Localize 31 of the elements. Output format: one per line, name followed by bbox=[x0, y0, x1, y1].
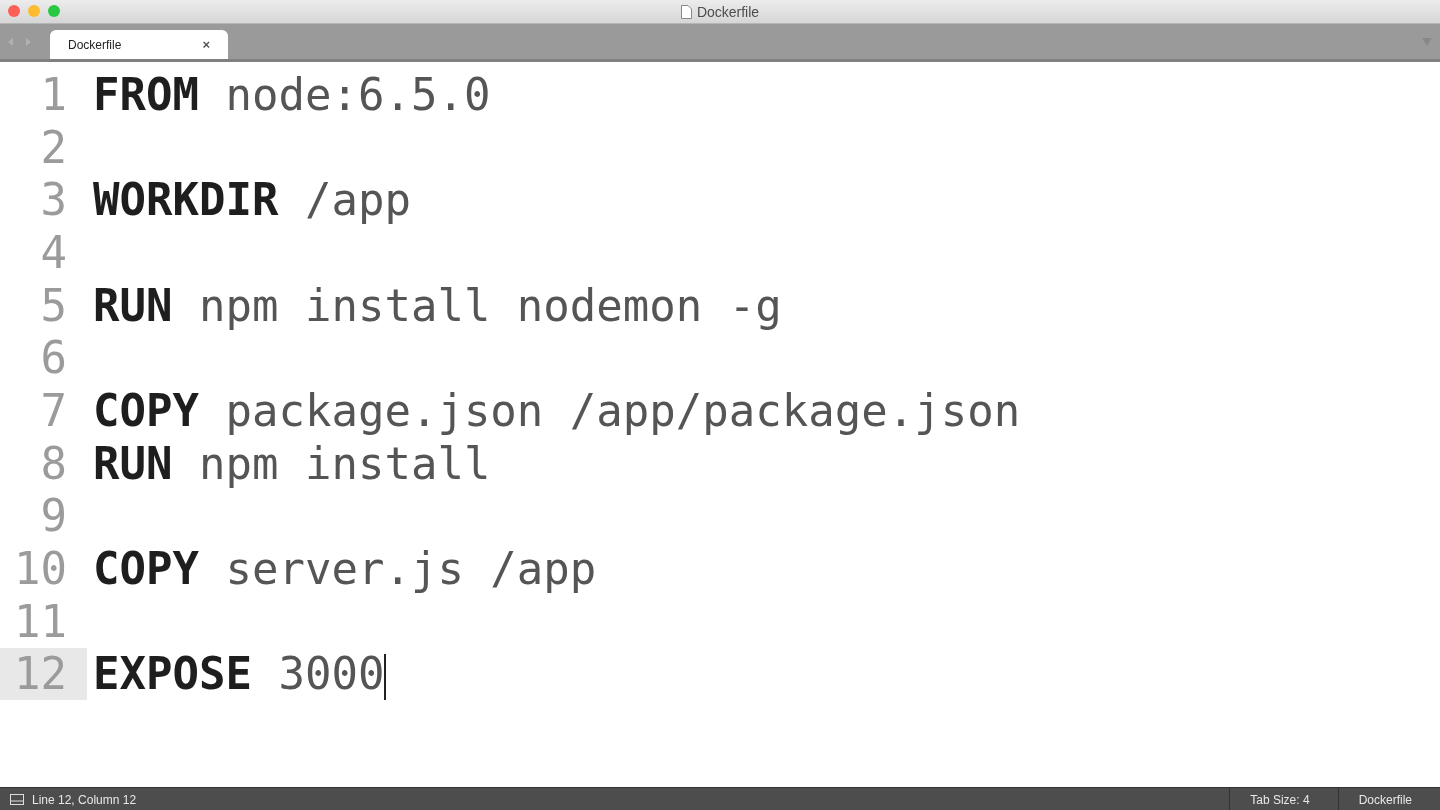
code-argument: npm install bbox=[199, 437, 491, 489]
code-argument: /app bbox=[304, 174, 411, 226]
code-argument: 3000 bbox=[278, 647, 385, 699]
line-number: 4 bbox=[39, 226, 68, 279]
line-number: 5 bbox=[39, 278, 68, 332]
code-keyword: RUN bbox=[93, 279, 173, 331]
line-number: 12 bbox=[0, 647, 87, 701]
code-keyword: EXPOSE bbox=[93, 647, 252, 699]
line-number: 6 bbox=[39, 331, 68, 385]
line-number: 9 bbox=[39, 489, 68, 543]
file-tab[interactable]: Dockerfile × bbox=[50, 30, 228, 59]
code-keyword: COPY bbox=[93, 543, 199, 595]
code-keyword: COPY bbox=[93, 384, 199, 436]
code-keyword: WORKDIR bbox=[93, 174, 279, 226]
line-number: 3 bbox=[39, 173, 68, 227]
code-argument: server.js /app bbox=[225, 543, 597, 595]
line-number: 2 bbox=[39, 120, 68, 174]
line-number: 7 bbox=[39, 384, 68, 437]
line-number: 11 bbox=[13, 594, 68, 648]
code-keyword: FROM bbox=[93, 68, 199, 120]
syntax-selector[interactable]: Dockerfile bbox=[1337, 788, 1440, 810]
tab-size-selector[interactable]: Tab Size: 4 bbox=[1229, 788, 1338, 810]
line-number: 8 bbox=[39, 436, 68, 490]
cursor-position: Line 12, Column 12 bbox=[32, 792, 137, 807]
line-number: 10 bbox=[13, 542, 68, 595]
line-number: 1 bbox=[39, 68, 68, 121]
code-argument: package.json /app/package.json bbox=[225, 384, 1021, 436]
code-argument: node:6.5.0 bbox=[225, 68, 491, 120]
window-title: Dockerfile bbox=[696, 3, 760, 20]
code-argument: npm install nodemon -g bbox=[199, 279, 782, 331]
code-keyword: RUN bbox=[93, 437, 173, 489]
